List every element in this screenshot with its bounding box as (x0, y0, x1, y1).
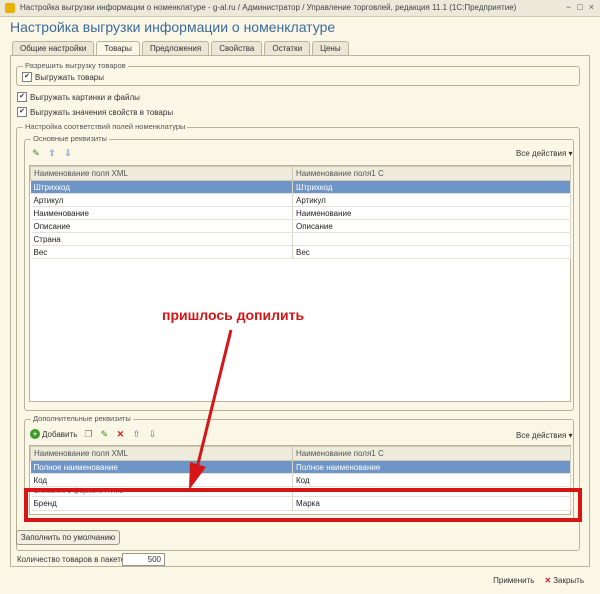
package-size-input[interactable]: 500 (122, 553, 165, 566)
close-icon: ✕ (544, 576, 552, 585)
apply-button[interactable]: Применить (493, 576, 534, 585)
close-button-label: Закрыть (553, 576, 584, 585)
annotation-arrow (189, 329, 233, 490)
fill-default-button[interactable]: Заполнить по умолчанию (16, 530, 120, 545)
close-button[interactable]: ✕ Закрыть (544, 576, 584, 585)
arrow-head (189, 462, 206, 490)
footer-actions: Применить ✕ Закрыть (493, 576, 584, 585)
arrow-shaft (195, 329, 233, 469)
package-size-label: Количество товаров в пакете: (17, 555, 128, 564)
